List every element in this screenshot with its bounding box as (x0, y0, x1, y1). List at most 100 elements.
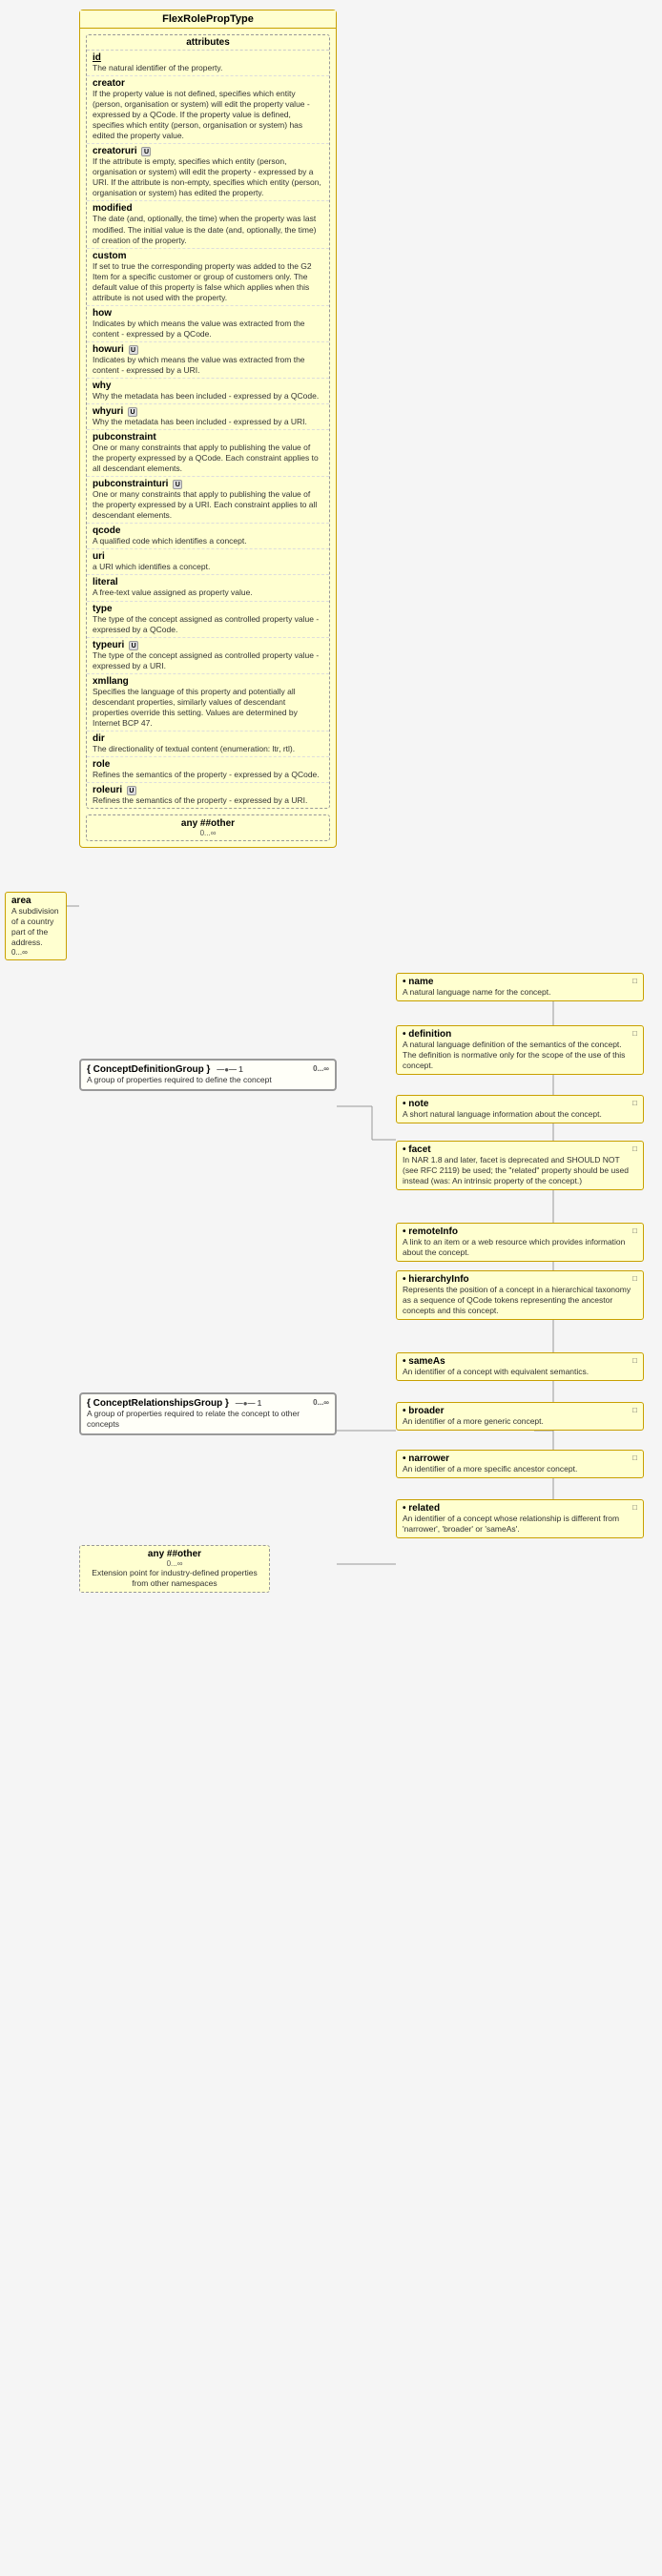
attr-modified: modified The date (and, optionally, the … (87, 201, 329, 248)
any-other-main-cardinality: 0...∞ (93, 829, 323, 837)
prop-name-label: • name □ (403, 977, 637, 987)
attr-howuri-desc: Indicates by which means the value was e… (93, 355, 323, 376)
attr-how-desc: Indicates by which means the value was e… (93, 319, 323, 340)
uri-icon-why: U (128, 407, 137, 417)
attr-id-name: id (93, 52, 323, 63)
prop-broader-label: • broader □ (403, 1406, 637, 1416)
attr-literal-name: literal (93, 577, 323, 587)
attr-dir: dir The directionality of textual conten… (87, 732, 329, 757)
attr-creatoruri-desc: If the attribute is empty, specifies whi… (93, 156, 323, 198)
attr-creatoruri-name: creatoruri U (93, 146, 323, 156)
attr-why: why Why the metadata has been included -… (87, 379, 329, 404)
prop-remoteinfo-box: • remoteInfo □ A link to an item or a we… (396, 1223, 644, 1262)
any-other-bottom-cardinality: 0...∞ (86, 1559, 263, 1568)
prop-facet-label: • facet □ (403, 1144, 637, 1155)
attr-custom-name: custom (93, 251, 323, 261)
attr-pubconstraint-name: pubconstraint (93, 432, 323, 443)
main-box-title: FlexRolePropType (80, 10, 336, 29)
attr-roleuri-name: roleuri U (93, 785, 323, 795)
attr-type: type The type of the concept assigned as… (87, 602, 329, 638)
prop-narrower-desc: An identifier of a more specific ancesto… (403, 1464, 637, 1474)
any-other-bottom-desc: Extension point for industry-defined pro… (86, 1568, 263, 1589)
attr-modified-desc: The date (and, optionally, the time) whe… (93, 214, 323, 245)
attr-modified-name: modified (93, 203, 323, 214)
attr-roleuri-desc: Refines the semantics of the property - … (93, 795, 323, 806)
attr-type-desc: The type of the concept assigned as cont… (93, 614, 323, 635)
prop-related-box: • related □ An identifier of a concept w… (396, 1499, 644, 1538)
prop-narrower-box: • narrower □ An identifier of a more spe… (396, 1450, 644, 1478)
uri-icon-role: U (127, 786, 136, 795)
prop-broader-box: • broader □ An identifier of a more gene… (396, 1402, 644, 1431)
attributes-title: attributes (87, 35, 329, 51)
attr-dir-name: dir (93, 733, 323, 744)
attr-uri-name: uri (93, 551, 323, 562)
any-other-bottom-box: any ##other 0...∞ Extension point for in… (79, 1545, 270, 1593)
attr-xmllang: xmllang Specifies the language of this p… (87, 674, 329, 732)
prop-definition-label: • definition □ (403, 1029, 637, 1040)
area-box: area A subdivision of a country part of … (5, 892, 67, 960)
attr-roleuri: roleuri U Refines the semantics of the p… (87, 783, 329, 808)
prop-sameas-label: • sameAs □ (403, 1356, 637, 1367)
concept-definition-group-desc: A group of properties required to define… (87, 1075, 329, 1085)
attr-pubconstrainturi-name: pubconstrainturi U (93, 479, 323, 489)
attributes-box: attributes id The natural identifier of … (86, 34, 330, 809)
concept-relationships-group-title: { ConceptRelationshipsGroup } —●— 1 0...… (87, 1398, 329, 1409)
attr-custom: custom If set to true the corresponding … (87, 249, 329, 306)
prop-broader-desc: An identifier of a more generic concept. (403, 1416, 637, 1427)
concept-definition-group-box: { ConceptDefinitionGroup } —●— 1 0...∞ A… (79, 1059, 337, 1091)
attr-creator: creator If the property value is not def… (87, 76, 329, 144)
prop-narrower-label: • narrower □ (403, 1453, 637, 1464)
prop-facet-desc: In NAR 1.8 and later, facet is deprecate… (403, 1155, 637, 1186)
any-other-main-box: any ##other 0...∞ (86, 814, 330, 841)
prop-definition-desc: A natural language definition of the sem… (403, 1040, 637, 1071)
prop-related-desc: An identifier of a concept whose relatio… (403, 1514, 637, 1535)
attr-role-name: role (93, 759, 323, 770)
attr-typeuri-desc: The type of the concept assigned as cont… (93, 650, 323, 671)
attr-id-desc: The natural identifier of the property. (93, 63, 323, 73)
prop-note-box: • note □ A short natural language inform… (396, 1095, 644, 1123)
attr-how: how Indicates by which means the value w… (87, 306, 329, 342)
attr-qcode-desc: A qualified code which identifies a conc… (93, 536, 323, 546)
attr-howuri: howuri U Indicates by which means the va… (87, 342, 329, 379)
attr-how-name: how (93, 308, 323, 319)
attr-creator-name: creator (93, 78, 323, 89)
attr-why-name: why (93, 381, 323, 391)
attr-role: role Refines the semantics of the proper… (87, 757, 329, 783)
attr-type-name: type (93, 604, 323, 614)
attr-qcode: qcode A qualified code which identifies … (87, 524, 329, 549)
area-box-cardinality: 0...∞ (11, 948, 60, 957)
uri-icon-type: U (129, 641, 138, 650)
attr-creatoruri: creatoruri U If the attribute is empty, … (87, 144, 329, 201)
prop-name-box: • name □ A natural language name for the… (396, 973, 644, 1001)
prop-hierarchyinfo-desc: Represents the position of a concept in … (403, 1285, 637, 1316)
attr-typeuri-name: typeuri U (93, 640, 323, 650)
attr-literal: literal A free-text value assigned as pr… (87, 575, 329, 601)
area-box-desc: A subdivision of a country part of the a… (11, 906, 60, 948)
attr-pubconstraint-desc: One or many constraints that apply to pu… (93, 443, 323, 474)
concept-relationships-group-box: { ConceptRelationshipsGroup } —●— 1 0...… (79, 1392, 337, 1435)
attr-dir-desc: The directionality of textual content (e… (93, 744, 323, 754)
prop-definition-box: • definition □ A natural language defini… (396, 1025, 644, 1075)
any-other-bottom-label: any ##other (86, 1549, 263, 1559)
prop-name-desc: A natural language name for the concept. (403, 987, 637, 998)
attr-howuri-name: howuri U (93, 344, 323, 355)
prop-related-label: • related □ (403, 1503, 637, 1514)
attr-pubconstraint: pubconstraint One or many constraints th… (87, 430, 329, 477)
area-box-name: area (11, 896, 60, 906)
prop-hierarchyinfo-label: • hierarchyInfo □ (403, 1274, 637, 1285)
main-box: FlexRolePropType attributes id The natur… (79, 10, 337, 848)
prop-note-label: • note □ (403, 1099, 637, 1109)
attr-pubconstrainturi-desc: One or many constraints that apply to pu… (93, 489, 323, 521)
attr-whyuri-desc: Why the metadata has been included - exp… (93, 417, 323, 427)
prop-note-desc: A short natural language information abo… (403, 1109, 637, 1120)
prop-hierarchyinfo-box: • hierarchyInfo □ Represents the positio… (396, 1270, 644, 1320)
prop-sameas-desc: An identifier of a concept with equivale… (403, 1367, 637, 1377)
diagram-container: FlexRolePropType attributes id The natur… (0, 0, 662, 2576)
any-other-main-label: any ##other (93, 818, 323, 829)
prop-remoteinfo-label: • remoteInfo □ (403, 1226, 637, 1237)
attr-typeuri: typeuri U The type of the concept assign… (87, 638, 329, 674)
prop-sameas-box: • sameAs □ An identifier of a concept wi… (396, 1352, 644, 1381)
uri-icon: U (141, 147, 151, 156)
prop-remoteinfo-desc: A link to an item or a web resource whic… (403, 1237, 637, 1258)
attr-role-desc: Refines the semantics of the property - … (93, 770, 323, 780)
